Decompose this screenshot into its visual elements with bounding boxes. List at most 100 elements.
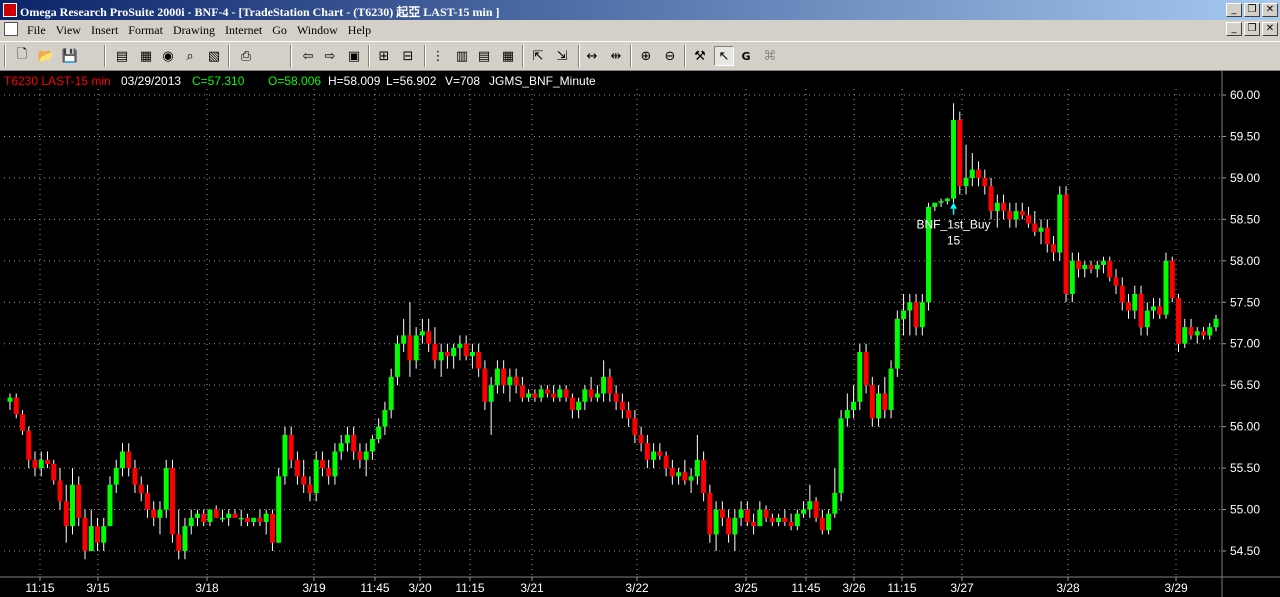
minimize-button[interactable]: _	[1226, 3, 1242, 17]
menu-internet[interactable]: Internet	[220, 23, 267, 38]
candle-body	[469, 352, 475, 357]
candle-body	[594, 393, 600, 398]
forward-icon[interactable]: ⇨	[320, 46, 340, 66]
candle-body	[69, 484, 75, 527]
report-icon[interactable]: ▧	[204, 46, 224, 66]
candle-body	[276, 476, 282, 543]
candle	[669, 459, 675, 485]
menu-drawing[interactable]: Drawing	[168, 23, 220, 38]
candle-body	[369, 439, 375, 452]
candle	[101, 517, 107, 551]
close-button[interactable]: ✕	[1262, 3, 1278, 17]
tools-icon[interactable]: ⚒	[690, 46, 710, 66]
candle-body	[426, 331, 432, 344]
candle	[226, 509, 232, 527]
candle-body	[863, 352, 869, 386]
candle-body	[882, 393, 888, 411]
app-icon[interactable]	[3, 3, 17, 17]
candle	[619, 393, 625, 419]
zoom-out-icon[interactable]: ⊖	[660, 46, 680, 66]
refresh-icon[interactable]: ◉	[158, 46, 178, 66]
menu-window[interactable]: Window	[292, 23, 343, 38]
back-icon[interactable]: ⇦	[298, 46, 318, 66]
candle-body	[988, 186, 994, 212]
candle-body	[488, 385, 494, 402]
mdi-restore-button[interactable]: ❐	[1244, 22, 1260, 36]
candle	[1038, 219, 1044, 245]
candle	[613, 385, 619, 411]
candle-body	[338, 443, 344, 452]
zoom-in-icon[interactable]: ⇹	[606, 46, 626, 66]
candle	[938, 198, 944, 207]
candle-body	[457, 343, 463, 348]
candle-body	[476, 352, 482, 369]
candle	[69, 468, 75, 535]
time-tick-label: 3/19	[302, 581, 326, 595]
strategy-icon[interactable]: ⌘	[760, 46, 780, 66]
candle	[1113, 269, 1119, 294]
format-analysis-icon[interactable]: ⊞	[374, 46, 394, 66]
candle-body	[101, 526, 107, 543]
menu-format[interactable]: Format	[123, 23, 168, 38]
data-window-icon[interactable]: ⋮	[428, 46, 448, 66]
document-icon[interactable]	[4, 22, 18, 36]
candle-body	[526, 393, 532, 398]
indicator-icon[interactable]: ⊟	[398, 46, 418, 66]
candle-body	[551, 393, 557, 398]
candle-body	[38, 459, 44, 469]
candle	[557, 385, 563, 402]
page-icon[interactable]: ▦	[136, 46, 156, 66]
new-icon[interactable]: 🗋	[12, 46, 32, 66]
candle-body	[669, 468, 675, 477]
menu-go[interactable]: Go	[267, 23, 292, 38]
title-bar[interactable]: Omega Research ProSuite 2000i - BNF-4 - …	[0, 0, 1280, 20]
candle	[1188, 318, 1194, 340]
menu-insert[interactable]: Insert	[86, 23, 123, 38]
print-icon[interactable]: ⎙	[236, 46, 256, 66]
pointer-icon[interactable]: ↖	[714, 46, 734, 66]
space-right-icon[interactable]: ↔	[582, 46, 602, 66]
candle-body	[251, 517, 257, 522]
menu-bar: File View Insert Format Drawing Internet…	[0, 20, 1280, 40]
candle	[1063, 186, 1069, 303]
global-icon[interactable]: G	[736, 46, 756, 66]
candle	[1026, 206, 1032, 228]
space-left-icon[interactable]: ⇲	[552, 46, 572, 66]
bar-chart-icon[interactable]: ▦	[498, 46, 518, 66]
menu-file[interactable]: File	[22, 23, 51, 38]
menu-help[interactable]: Help	[343, 23, 376, 38]
candle	[32, 451, 38, 477]
expand-icon[interactable]: ⇱	[528, 46, 548, 66]
candle	[1107, 256, 1113, 282]
insert-analysis-icon[interactable]: ▣	[344, 46, 364, 66]
menu-view[interactable]: View	[51, 23, 86, 38]
candle	[807, 484, 813, 518]
candle	[869, 376, 875, 427]
table-icon[interactable]: ▤	[474, 46, 494, 66]
find-icon[interactable]: ⌕	[180, 46, 200, 66]
mdi-minimize-button[interactable]: _	[1226, 22, 1242, 36]
candle-body	[451, 347, 457, 357]
chart-area[interactable]: 60.00 59.50 59.00 58.50 58.00 57.50 57.00 56.50…	[0, 71, 1280, 597]
candle	[763, 505, 769, 522]
candle-body	[82, 517, 88, 551]
candle	[426, 318, 432, 353]
candle	[1207, 323, 1213, 340]
candle-body	[688, 476, 694, 481]
mdi-close-button[interactable]: ✕	[1262, 22, 1278, 36]
restore-button[interactable]: ❐	[1244, 3, 1260, 17]
candle	[1201, 327, 1207, 340]
candle-body	[1182, 327, 1188, 344]
chart-window-icon[interactable]: ▤	[112, 46, 132, 66]
chart-symbol: T6230 LAST-15 min	[4, 74, 111, 88]
grid-icon[interactable]: ▥	[452, 46, 472, 66]
price-chart[interactable]: 60.00 59.50 59.00 58.50 58.00 57.50 57.00 56.50…	[0, 71, 1280, 597]
candle-body	[701, 459, 707, 493]
candle	[1151, 298, 1157, 319]
open-icon[interactable]: 📂	[36, 46, 56, 66]
candle	[838, 410, 844, 502]
candle-body	[351, 434, 357, 452]
candle	[157, 501, 163, 535]
save-icon[interactable]: 💾	[60, 46, 80, 66]
zoom-icon[interactable]: ⊕	[636, 46, 656, 66]
